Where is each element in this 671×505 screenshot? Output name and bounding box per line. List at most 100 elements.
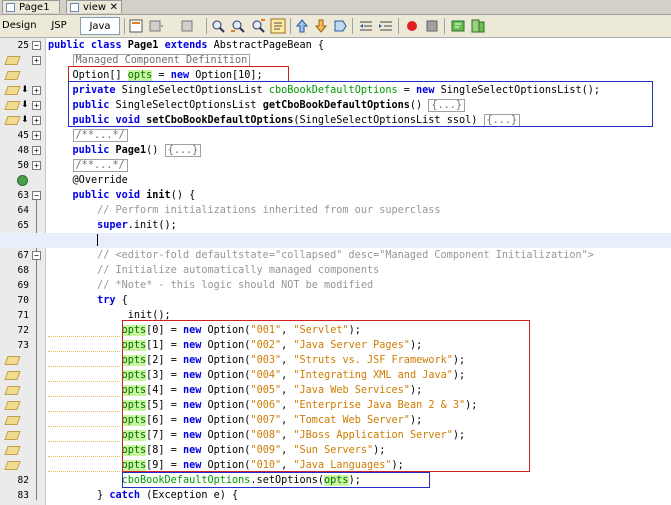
next-bookmark-icon[interactable]	[313, 18, 329, 34]
prev-bookmark-icon[interactable]	[294, 18, 310, 34]
code-text[interactable]: private SingleSelectOptionsList cboBookD…	[48, 83, 601, 98]
line-number: 64	[17, 205, 29, 216]
expand-fold-icon[interactable]: +	[32, 86, 41, 95]
code-line[interactable]: opts[3] = new Option("004", "Integrating…	[0, 368, 671, 383]
code-text[interactable]	[48, 233, 99, 248]
code-editor[interactable]: 25− public class Page1 extends AbstractPa…	[0, 38, 671, 505]
expand-fold-icon[interactable]: +	[32, 116, 41, 125]
code-line[interactable]: ⬇ + public void setCboBookDefaultOptions(…	[0, 113, 671, 128]
code-line[interactable]: 45 + /**...*/	[0, 128, 671, 143]
expand-fold-icon[interactable]: +	[32, 161, 41, 170]
code-line[interactable]: 72 opts[0] = new Option("001", "Servlet"…	[0, 323, 671, 338]
code-line[interactable]: 83 } catch (Exception e) {	[0, 488, 671, 503]
toggle-highlight-icon[interactable]	[270, 18, 286, 34]
indent-guide	[48, 426, 120, 427]
code-line[interactable]: 48 + public Page1() {...}	[0, 143, 671, 158]
collapse-fold-icon[interactable]: −	[32, 251, 41, 260]
find-next-icon[interactable]	[250, 18, 266, 34]
code-text[interactable]: cboBookDefaultOptions.setOptions(opts);	[48, 473, 361, 488]
code-line[interactable]: 25− public class Page1 extends AbstractPa…	[0, 38, 671, 53]
find-icon[interactable]	[210, 18, 226, 34]
back-icon[interactable]	[148, 18, 164, 34]
toolbar-separator	[206, 18, 207, 34]
current-code-line[interactable]	[0, 233, 671, 248]
code-text[interactable]: super.init();	[48, 218, 177, 233]
code-line[interactable]: ⬇ + public SingleSelectOptionsList getCbo…	[0, 98, 671, 113]
code-line[interactable]: 71 _init();	[0, 308, 671, 323]
code-text[interactable]: // Initialize automatically managed comp…	[48, 263, 379, 278]
code-text[interactable]: _init();	[48, 308, 171, 323]
code-line[interactable]: 69 // *Note* - this logic should NOT be …	[0, 278, 671, 293]
code-line[interactable]: 82 cboBookDefaultOptions.setOptions(opts…	[0, 473, 671, 488]
code-line[interactable]: @Override	[0, 173, 671, 188]
shift-right-icon[interactable]	[378, 18, 394, 34]
tab-view[interactable]: view ✕	[66, 0, 122, 13]
jsp-view-button[interactable]: JSP	[44, 17, 74, 35]
code-line[interactable]: 63− public void init() {	[0, 188, 671, 203]
implements-arrow-icon[interactable]: ⬇	[21, 100, 29, 111]
code-text[interactable]: // *Note* - this logic should NOT be mod…	[48, 278, 373, 293]
line-number: 71	[17, 310, 29, 321]
collapse-fold-icon[interactable]: −	[32, 41, 41, 50]
expand-fold-icon[interactable]: +	[32, 131, 41, 140]
override-icon[interactable]	[17, 175, 28, 186]
code-text[interactable]: } catch (Exception e) {	[48, 488, 238, 503]
code-text[interactable]: public SingleSelectOptionsList getCboBoo…	[48, 98, 465, 113]
collapse-fold-icon[interactable]: −	[32, 191, 41, 200]
tab-page1[interactable]: Page1	[2, 0, 60, 13]
code-text[interactable]: @Override	[48, 173, 128, 188]
code-text[interactable]: public void init() {	[48, 188, 196, 203]
code-line[interactable]: opts[4] = new Option("005", "Java Web Se…	[0, 383, 671, 398]
code-line[interactable]: 50 + /**...*/	[0, 158, 671, 173]
java-view-button[interactable]: Java	[80, 17, 120, 35]
run-icon[interactable]	[450, 18, 466, 34]
indent-guide	[48, 456, 120, 457]
code-line[interactable]: 70 try {	[0, 293, 671, 308]
code-text[interactable]: Option[] opts = new Option[10];	[48, 68, 263, 83]
code-text[interactable]: Managed Component Definition	[48, 53, 251, 68]
code-line[interactable]: opts[7] = new Option("008", "JBoss Appli…	[0, 428, 671, 443]
record-macro-icon[interactable]	[404, 18, 420, 34]
indent-guide	[48, 366, 120, 367]
toggle-bookmark-icon[interactable]	[332, 18, 348, 34]
code-line[interactable]: 64 // Perform initializations inherited …	[0, 203, 671, 218]
expand-fold-icon[interactable]: +	[32, 101, 41, 110]
code-line[interactable]: + Managed Component Definition	[0, 53, 671, 68]
code-line[interactable]: 67− // <editor-fold defaultstate="collap…	[0, 248, 671, 263]
code-line[interactable]: opts[5] = new Option("006", "Enterprise …	[0, 398, 671, 413]
code-text[interactable]: /**...*/	[48, 128, 128, 143]
code-line[interactable]: 65 super.init();	[0, 218, 671, 233]
implements-arrow-icon[interactable]: ⬇	[21, 85, 29, 96]
forward-icon[interactable]	[180, 18, 196, 34]
find-prev-icon[interactable]	[230, 18, 246, 34]
code-line[interactable]: 73 opts[1] = new Option("002", "Java Ser…	[0, 338, 671, 353]
code-line[interactable]: opts[6] = new Option("007", "Tomcat Web …	[0, 413, 671, 428]
code-line[interactable]: opts[9] = new Option("010", "Java Langua…	[0, 458, 671, 473]
code-text[interactable]: // <editor-fold defaultstate="collapsed"…	[48, 248, 594, 263]
code-text[interactable]: public class Page1 extends AbstractPageB…	[48, 38, 324, 53]
code-line[interactable]: opts[2] = new Option("003", "Struts vs. …	[0, 353, 671, 368]
close-icon[interactable]: ✕	[110, 1, 118, 14]
code-line[interactable]: ⬇ + private SingleSelectOptionsList cboBo…	[0, 83, 671, 98]
code-line[interactable]: Option[] opts = new Option[10];	[0, 68, 671, 83]
shift-left-icon[interactable]	[358, 18, 374, 34]
line-number: 72	[17, 325, 29, 336]
code-text[interactable]: public void setCboBookDefaultOptions(Sin…	[48, 113, 521, 128]
indent-guide	[48, 336, 120, 337]
code-line[interactable]: 68 // Initialize automatically managed c…	[0, 263, 671, 278]
code-line[interactable]: opts[8] = new Option("009", "Sun Servers…	[0, 443, 671, 458]
indent-guide	[48, 351, 120, 352]
expand-fold-icon[interactable]: +	[32, 146, 41, 155]
code-text[interactable]: /**...*/	[48, 158, 128, 173]
diff-icon[interactable]	[470, 18, 486, 34]
expand-fold-icon[interactable]: +	[32, 56, 41, 65]
code-text[interactable]: try {	[48, 293, 128, 308]
code-text[interactable]: public Page1() {...}	[48, 143, 202, 158]
design-view-button[interactable]: Design	[2, 17, 37, 35]
history-icon[interactable]	[128, 18, 144, 34]
code-text[interactable]: // Perform initializations inherited fro…	[48, 203, 440, 218]
stop-macro-icon[interactable]	[424, 18, 440, 34]
bookmark-icon	[4, 416, 21, 425]
implements-arrow-icon[interactable]: ⬇	[21, 115, 29, 126]
bookmark-icon	[4, 71, 21, 80]
